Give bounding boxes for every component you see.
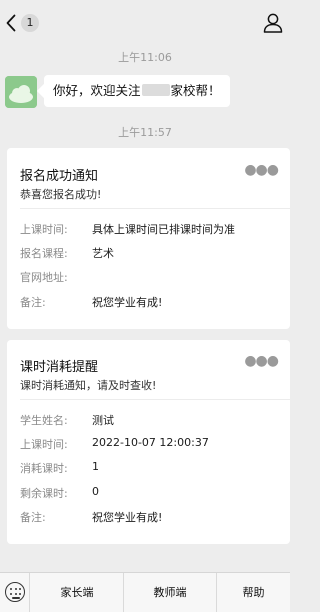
info-row: 剩余课时: 0 — [20, 485, 282, 501]
card-divider — [20, 399, 290, 400]
info-row-label: 上课时间: — [20, 223, 68, 236]
person-icon — [263, 13, 283, 33]
keyboard-toggle-button[interactable] — [0, 573, 30, 612]
avatar[interactable] — [5, 76, 37, 108]
info-row-value: 1 — [92, 460, 99, 473]
message-timestamp: 上午11:06 — [118, 51, 172, 64]
unread-count-badge: 1 — [21, 14, 39, 32]
info-row-label: 官网地址: — [20, 271, 68, 284]
menu-help-button[interactable]: 帮助 — [217, 573, 290, 612]
info-row-label: 学生姓名: — [20, 414, 68, 427]
chevron-left-icon — [6, 14, 16, 32]
info-row-label: 备注: — [20, 511, 46, 524]
info-row-value: 祝您学业有成! — [92, 296, 163, 309]
card-title: 课时消耗提醒 — [20, 360, 99, 375]
info-row-label: 备注: — [20, 296, 46, 309]
info-row: 官网地址: — [20, 269, 282, 285]
profile-button[interactable] — [262, 12, 284, 34]
info-row: 报名课程: 艺术 — [20, 245, 282, 261]
more-options-button[interactable]: ●●● — [244, 162, 279, 178]
info-row-value: 测试 — [92, 414, 114, 427]
registration-notice-card[interactable]: 报名成功通知 ●●● 恭喜您报名成功! 上课时间: 具体上课时间已排课时间为准 … — [7, 148, 290, 329]
info-row-value: 0 — [92, 485, 99, 498]
menu-parent-button[interactable]: 家长端 — [31, 573, 124, 612]
message-timestamp: 上午11:57 — [118, 126, 172, 139]
info-row: 学生姓名: 测试 — [20, 412, 282, 428]
info-row-label: 剩余课时: — [20, 487, 68, 500]
info-row: 上课时间: 2022-10-07 12:00:37 — [20, 436, 282, 452]
info-row-label: 上课时间: — [20, 438, 68, 451]
info-row-value: 艺术 — [92, 247, 114, 260]
info-row-value: 具体上课时间已排课时间为准 — [92, 223, 235, 236]
ellipsis-icon: ●●● — [244, 162, 279, 178]
card-subtitle: 恭喜您报名成功! — [20, 188, 102, 201]
keyboard-icon — [5, 582, 25, 602]
card-divider — [20, 208, 290, 209]
info-row-label: 消耗课时: — [20, 462, 68, 475]
info-row: 备注: 祝您学业有成! — [20, 509, 282, 525]
more-options-button[interactable]: ●●● — [244, 353, 279, 369]
info-row-value: 2022-10-07 12:00:37 — [92, 436, 209, 449]
back-button[interactable]: 1 — [6, 12, 40, 34]
cloud-logo-icon — [5, 76, 37, 108]
welcome-message-bubble: 你好，欢迎关注 家校帮！ — [44, 75, 230, 107]
welcome-message-prefix: 你好，欢迎关注 — [53, 83, 141, 98]
info-row: 上课时间: 具体上课时间已排课时间为准 — [20, 221, 282, 237]
info-row-value: 祝您学业有成! — [92, 511, 163, 524]
info-row-label: 报名课程: — [20, 247, 68, 260]
menu-teacher-button[interactable]: 教师端 — [124, 573, 217, 612]
info-row: 备注: 祝您学业有成! — [20, 294, 282, 310]
lesson-consumption-card[interactable]: 课时消耗提醒 ●●● 课时消耗通知，请及时查收! 学生姓名: 测试 上课时间: … — [7, 340, 290, 544]
redacted-text — [141, 84, 170, 96]
info-row: 消耗课时: 1 — [20, 460, 282, 476]
bottom-menu-bar: 家长端 教师端 帮助 — [0, 572, 290, 612]
ellipsis-icon: ●●● — [244, 353, 279, 369]
card-title: 报名成功通知 — [20, 169, 99, 184]
welcome-message-suffix: 家校帮！ — [170, 83, 221, 98]
top-bar: 1 — [0, 0, 290, 44]
card-subtitle: 课时消耗通知，请及时查收! — [20, 379, 157, 392]
